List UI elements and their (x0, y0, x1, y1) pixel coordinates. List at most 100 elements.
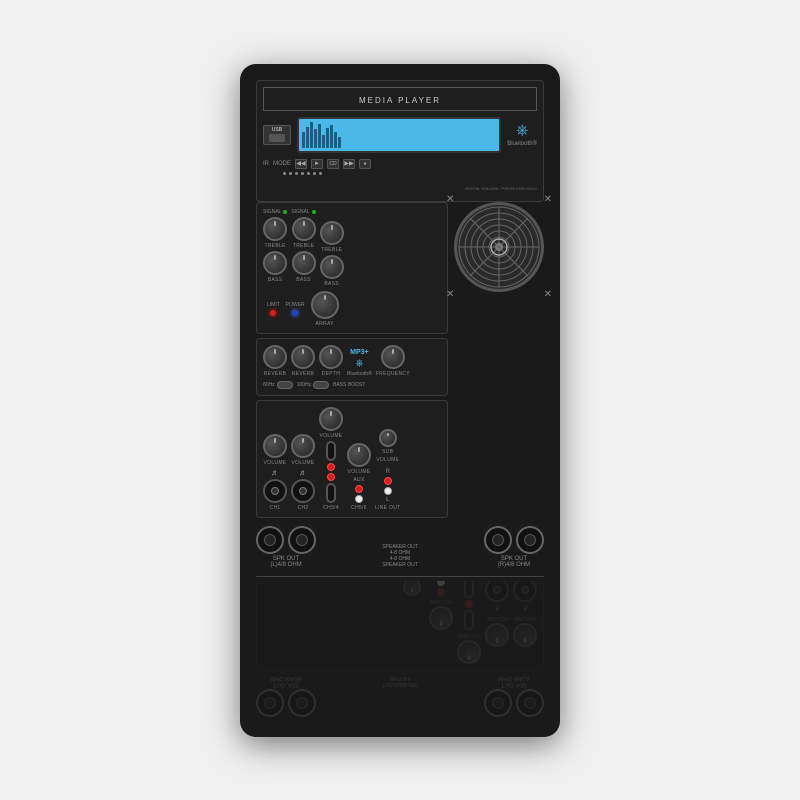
reverb2-control: REVERB (291, 345, 315, 377)
power-indicator: POWER (286, 302, 305, 316)
spk-r-jack2[interactable] (516, 526, 544, 554)
ch2-treble-label: TREBLE (293, 243, 314, 249)
ch34-trs-r[interactable] (326, 441, 336, 461)
ir-label: IR (263, 161, 269, 167)
ch2-bass-knob[interactable] (292, 251, 316, 275)
lineout-l-label: L (386, 497, 389, 503)
prev-button[interactable]: ◀◀ (295, 159, 307, 169)
bluetooth-label: Bluetooth® (507, 141, 537, 147)
freq-100hz-label: 100Hz (297, 382, 311, 388)
depth-control: DEPTH (319, 345, 343, 377)
ch1-controls: SIGNAL TREBLE BASS (263, 209, 287, 287)
ch56-vol-knob[interactable] (347, 443, 371, 467)
lineout-r-label: R (386, 469, 390, 475)
ch1-volume: VOLUME ♬ CH1 (263, 434, 287, 511)
spk-out-r: SPK OUT(R)4/8 OHM (484, 526, 544, 568)
ch34-rca-r2[interactable] (327, 473, 335, 481)
ch2-signal-label: SIGNAL (291, 209, 309, 215)
frequency-label: FREQUENCY (376, 371, 410, 377)
spk-out-r-label: SPK OUT(R)4/8 OHM (498, 556, 530, 568)
ch56-rca-l[interactable] (355, 495, 363, 503)
media-player-title: MEDIA PLAYER (359, 96, 441, 105)
usb-label: USB (272, 127, 283, 133)
ch1-bass-knob[interactable] (263, 251, 287, 275)
power-label: POWER (286, 302, 305, 308)
ch3-treble-knob[interactable] (320, 221, 344, 245)
ch2-xlr[interactable] (291, 479, 315, 503)
ch34-rca-r[interactable] (327, 463, 335, 471)
reverb2-knob[interactable] (291, 345, 315, 369)
ch34-vol-knob[interactable] (319, 407, 343, 431)
bass-boost-label: BASS BOOST (333, 382, 365, 388)
ch2-controls: SIGNAL TREBLE BASS (291, 209, 315, 287)
screw-tl: ✕ (446, 194, 454, 205)
limit-label: LIMIT (267, 302, 280, 308)
ch1-vol-knob[interactable] (263, 434, 287, 458)
power-led (292, 310, 298, 316)
mixer-area: SIGNAL TREBLE BASS SIGNAL (256, 202, 544, 522)
spk-l-jack2[interactable] (288, 526, 316, 554)
array-label: ARRAY (315, 321, 333, 327)
lcd-display (297, 117, 501, 153)
freq-80hz-toggle[interactable] (277, 381, 293, 389)
ch3-bass-knob[interactable] (320, 255, 344, 279)
ch1-treble-knob[interactable] (263, 217, 287, 241)
lineout-label: LINE OUT (375, 505, 400, 511)
ch3-bass-label: BASS (324, 281, 339, 287)
freq-100hz-toggle[interactable] (313, 381, 329, 389)
lineout-rca-r[interactable] (384, 477, 392, 485)
ch1-signal-label: SIGNAL (263, 209, 281, 215)
ch3-controls: TREBLE BASS (320, 209, 344, 287)
ch1-bass-label: BASS (268, 277, 283, 283)
reverb1-control: REVERB (263, 345, 287, 377)
ch2-vol-knob[interactable] (291, 434, 315, 458)
speaker-out-center: SPEAKER OUT4-8 OHM4-8 OHMSPEAKER OUT (382, 526, 418, 568)
media-player-section: MEDIA PLAYER USB (256, 80, 544, 202)
bt2-label: Bluetooth® (347, 371, 372, 377)
ch1-xlr[interactable] (263, 479, 287, 503)
usb-port[interactable]: USB (263, 125, 291, 145)
ch1-signal-led (283, 210, 287, 214)
ch34-trs-l[interactable] (326, 483, 336, 503)
ch56-rca-r[interactable] (355, 485, 363, 493)
next-button[interactable]: ▶▶ (343, 159, 355, 169)
reverb1-knob[interactable] (263, 345, 287, 369)
spk-out-l-label: SPK OUT(L)4/8 OHM (270, 556, 301, 568)
spk-r-jack1[interactable] (484, 526, 512, 554)
depth-knob[interactable] (319, 345, 343, 369)
treble-bass-section: SIGNAL TREBLE BASS SIGNAL (256, 202, 448, 334)
array-knob[interactable] (311, 291, 339, 319)
depth-label: DEPTH (322, 371, 340, 377)
spk-l-jack1[interactable] (256, 526, 284, 554)
spk-out-row: SPK OUT(L)4/8 OHM SPEAKER OUT4-8 OHM4-8 … (256, 522, 544, 572)
freq-80hz-label: 80Hz (263, 382, 275, 388)
screw-br: ✕ (544, 289, 552, 300)
ch2-guitar-icon: ♬ (299, 468, 307, 477)
speaker-out-center-label: SPEAKER OUT4-8 OHM4-8 OHMSPEAKER OUT (382, 544, 418, 568)
divider (256, 576, 544, 577)
ch56-label: CH5/6 (351, 505, 367, 511)
mode-label: MODE (273, 161, 291, 167)
sub-vol-knob[interactable] (379, 429, 397, 447)
screw-bl: ✕ (446, 289, 454, 300)
ch2-label: CH2 (298, 505, 309, 511)
lineout-rca-l[interactable] (384, 487, 392, 495)
cd-button[interactable]: CD (327, 159, 339, 169)
fan-svg (457, 205, 541, 289)
ch2-volume: VOLUME ♬ CH2 (291, 434, 315, 511)
volume-control[interactable]: ● (359, 159, 371, 169)
fan-grill (454, 202, 544, 292)
play-button[interactable]: ► (311, 159, 323, 169)
limit-indicator: LIMIT (267, 302, 280, 316)
reverb-section: REVERB REVERB DEPTH MP3+ ⎈ Bluetooth® (256, 338, 448, 396)
ch1-label: CH1 (270, 505, 281, 511)
volume-section: VOLUME ♬ CH1 VOLUME ♬ (256, 400, 448, 518)
fan-section: ✕ ✕ (454, 202, 544, 522)
frequency-knob[interactable] (381, 345, 405, 369)
ch34-volume: VOLUME CH3/4 (319, 407, 343, 511)
ch2-treble-knob[interactable] (292, 217, 316, 241)
screw-tr: ✕ (544, 194, 552, 205)
sub-volume: SUB VOLUME R L LINE OUT (375, 429, 400, 511)
digital-volume-label: DIGITAL VOLUME / PRESS FOR HOLD (465, 186, 537, 191)
freq-80hz: 80Hz (263, 381, 293, 389)
